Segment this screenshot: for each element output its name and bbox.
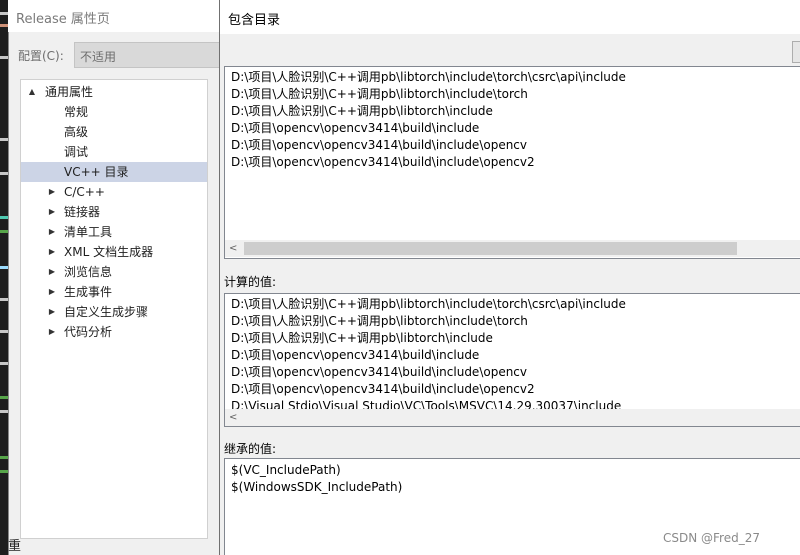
code-editor-strip — [0, 0, 8, 555]
computed-values-label: 计算的值: — [224, 275, 277, 289]
expand-caret-icon[interactable]: ▶ — [47, 262, 57, 282]
dialog-title: 包含目录 — [228, 13, 281, 28]
tree-item-label: 常规 — [64, 105, 89, 119]
tree-item-label: 浏览信息 — [64, 265, 113, 279]
expand-caret-icon[interactable]: ▶ — [47, 182, 57, 202]
property-tree: ▲ 通用属性常规高级调试 VC++ 目录 ▶ C/C++ ▶ 链接器 ▶ 清单工具 ▶ XML 文档… — [20, 79, 208, 539]
expand-caret-icon[interactable]: ▶ — [47, 242, 57, 262]
tree-item-label: 通用属性 — [45, 85, 94, 99]
expand-caret-icon[interactable]: ▶ — [47, 322, 57, 342]
code-fragment — [0, 298, 8, 301]
tree-item-label: 调试 — [64, 145, 89, 159]
code-fragment — [0, 12, 8, 15]
computed-value-line: D:\项目\人脸识别\C++调用pb\libtorch\include\torc… — [231, 297, 626, 311]
expand-caret-icon[interactable]: ▶ — [47, 302, 57, 322]
code-fragment — [0, 24, 8, 27]
tree-item[interactable]: 常规 — [21, 102, 207, 122]
computed-value-line: D:\项目\opencv\opencv3414\build\include\op… — [231, 382, 535, 396]
code-fragment — [0, 470, 8, 473]
tree-item-label: 生成事件 — [64, 285, 113, 299]
include-path-line[interactable]: D:\项目\人脸识别\C++调用pb\libtorch\include\torc… — [231, 86, 528, 103]
code-fragment — [0, 330, 8, 333]
code-fragment — [0, 138, 8, 141]
tree-item[interactable]: ▶ 清单工具 — [21, 222, 207, 242]
tree-item[interactable]: ▲ 通用属性 — [21, 82, 207, 102]
code-fragment — [0, 362, 8, 365]
tree-item[interactable]: 高级 — [21, 122, 207, 142]
tree-item[interactable]: ▶ C/C++ — [21, 182, 207, 202]
tree-item-label: 清单工具 — [64, 225, 113, 239]
include-path-line[interactable]: D:\项目\人脸识别\C++调用pb\libtorch\include — [231, 103, 493, 120]
tree-item[interactable]: ▶ 自定义生成步骤 — [21, 302, 207, 322]
tree-item-label: VC++ 目录 — [64, 165, 129, 179]
partial-button-label: 重 — [8, 539, 22, 554]
computed-value-line: D:\项目\opencv\opencv3414\build\include — [231, 348, 480, 362]
include-path-line[interactable]: D:\项目\opencv\opencv3414\build\include\op… — [231, 154, 535, 171]
include-paths-editor[interactable]: D:\项目\人脸识别\C++调用pb\libtorch\include\torc… — [224, 66, 800, 259]
code-fragment — [0, 456, 8, 459]
code-fragment — [0, 266, 8, 269]
configuration-label: 配置(C): — [18, 49, 64, 63]
computed-value-line: D:\项目\人脸识别\C++调用pb\libtorch\include\torc… — [231, 314, 528, 328]
include-path-line[interactable]: D:\项目\opencv\opencv3414\build\include\op… — [231, 137, 527, 154]
tree-item[interactable]: ▶ XML 文档生成器 — [21, 242, 207, 262]
code-fragment — [0, 410, 8, 413]
tree-item[interactable]: ▶ 代码分析 — [21, 322, 207, 342]
expand-caret-icon[interactable]: ▶ — [47, 202, 57, 222]
dialog-title-bar — [220, 0, 800, 34]
computed-value-line: D:\项目\人脸识别\C++调用pb\libtorch\include — [231, 331, 493, 345]
inherited-values-label: 继承的值: — [224, 442, 277, 456]
tree-item[interactable]: ▶ 链接器 — [21, 202, 207, 222]
tree-item-label: C/C++ — [64, 185, 105, 199]
tree-item[interactable]: 调试 — [21, 142, 207, 162]
code-fragment — [0, 172, 8, 175]
scroll-left-arrow-icon[interactable]: < — [229, 411, 241, 424]
code-fragment — [0, 216, 8, 219]
include-path-line[interactable]: D:\项目\人脸识别\C++调用pb\libtorch\include\torc… — [231, 69, 626, 86]
tree-item[interactable]: ▶ 浏览信息 — [21, 262, 207, 282]
include-path-line[interactable]: D:\项目\opencv\opencv3414\build\include — [231, 120, 479, 137]
configuration-select[interactable]: 不适用 — [74, 42, 224, 68]
watermark: CSDN @Fred_27 — [663, 531, 760, 545]
tree-item-label: 高级 — [64, 125, 89, 139]
computed-value-line: D:\项目\opencv\opencv3414\build\include\op… — [231, 365, 528, 379]
scrollbar-thumb[interactable] — [244, 242, 737, 255]
tree-item-label: XML 文档生成器 — [64, 245, 154, 259]
computed-horizontal-scrollbar[interactable] — [225, 409, 800, 426]
expand-caret-icon[interactable]: ▶ — [47, 222, 57, 242]
code-fragment — [0, 230, 8, 233]
expand-caret-icon[interactable]: ▶ — [47, 282, 57, 302]
scroll-left-arrow-icon[interactable]: < — [229, 242, 241, 255]
new-line-button[interactable] — [792, 41, 800, 63]
tree-item[interactable]: VC++ 目录 — [21, 162, 207, 182]
tree-item[interactable]: ▶ 生成事件 — [21, 282, 207, 302]
computed-values-list: D:\项目\人脸识别\C++调用pb\libtorch\include\torc… — [224, 293, 800, 427]
inherited-value-line: $(VC_IncludePath) — [231, 463, 341, 477]
property-pages-title: Release 属性页 — [8, 0, 220, 32]
tree-item-label: 代码分析 — [64, 325, 113, 339]
code-fragment — [0, 56, 8, 59]
tree-item-label: 自定义生成步骤 — [64, 305, 149, 319]
inherited-value-line: $(WindowsSDK_IncludePath) — [231, 480, 403, 494]
collapse-caret-icon[interactable]: ▲ — [27, 82, 37, 102]
code-fragment — [0, 396, 8, 399]
tree-item-label: 链接器 — [64, 205, 101, 219]
